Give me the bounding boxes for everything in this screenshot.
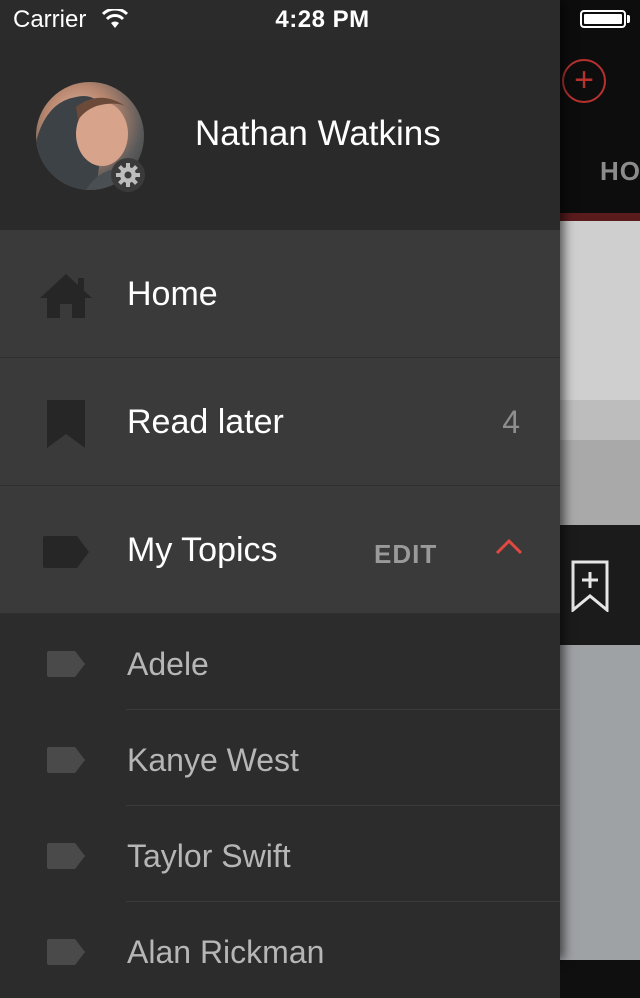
topic-label: Kanye West [127,742,299,778]
tag-icon [47,843,85,869]
menu-label-home: Home [127,275,218,313]
menu-label-read-later: Read later [127,403,284,441]
settings-gear-icon[interactable] [111,158,145,192]
tag-icon [47,747,85,773]
bg-tab-home[interactable]: HOME [600,156,640,187]
topics-list: Adele Kanye West Taylor Swift Alan Rickm… [0,614,560,998]
profile-header: Nathan Watkins [0,40,560,230]
bookmark-icon [38,396,94,452]
bg-card-image[interactable] [560,221,640,411]
bg-card-image-shade [560,400,640,440]
home-icon [38,268,94,324]
status-bar: Carrier 4:28 PM [0,0,560,40]
tag-icon [47,651,85,677]
user-name[interactable]: Nathan Watkins [195,114,441,154]
bookmark-add-icon[interactable] [571,560,609,612]
chevron-up-icon[interactable] [494,532,524,562]
topic-label: Taylor Swift [127,838,291,874]
clock: 4:28 PM [275,6,370,33]
topic-label: Alan Rickman [127,934,325,970]
bg-tab-indicator [560,213,640,221]
topic-item[interactable]: Kanye West [0,710,560,806]
topic-item[interactable]: Alan Rickman [0,902,560,998]
read-later-count-badge: 4 [502,404,520,440]
drawer-menu: Home Read later 4 My Topics EDIT [0,230,560,614]
menu-item-my-topics[interactable]: My Topics EDIT [0,486,560,614]
bg-card-next[interactable] [560,645,640,960]
tag-icon [47,939,85,965]
tag-icon [38,524,94,580]
topic-label: Adele [127,646,209,682]
topic-item[interactable]: Adele [0,614,560,710]
side-drawer: Carrier 4:28 PM Nathan Watkins Home Read… [0,0,560,998]
bg-card-image-2 [560,440,640,525]
menu-label-my-topics: My Topics [127,531,278,569]
topic-item[interactable]: Taylor Swift [0,806,560,902]
menu-item-home[interactable]: Home [0,230,560,358]
edit-topics-button[interactable]: EDIT [374,539,437,570]
add-icon[interactable]: + [562,59,606,103]
menu-item-read-later[interactable]: Read later 4 [0,358,560,486]
